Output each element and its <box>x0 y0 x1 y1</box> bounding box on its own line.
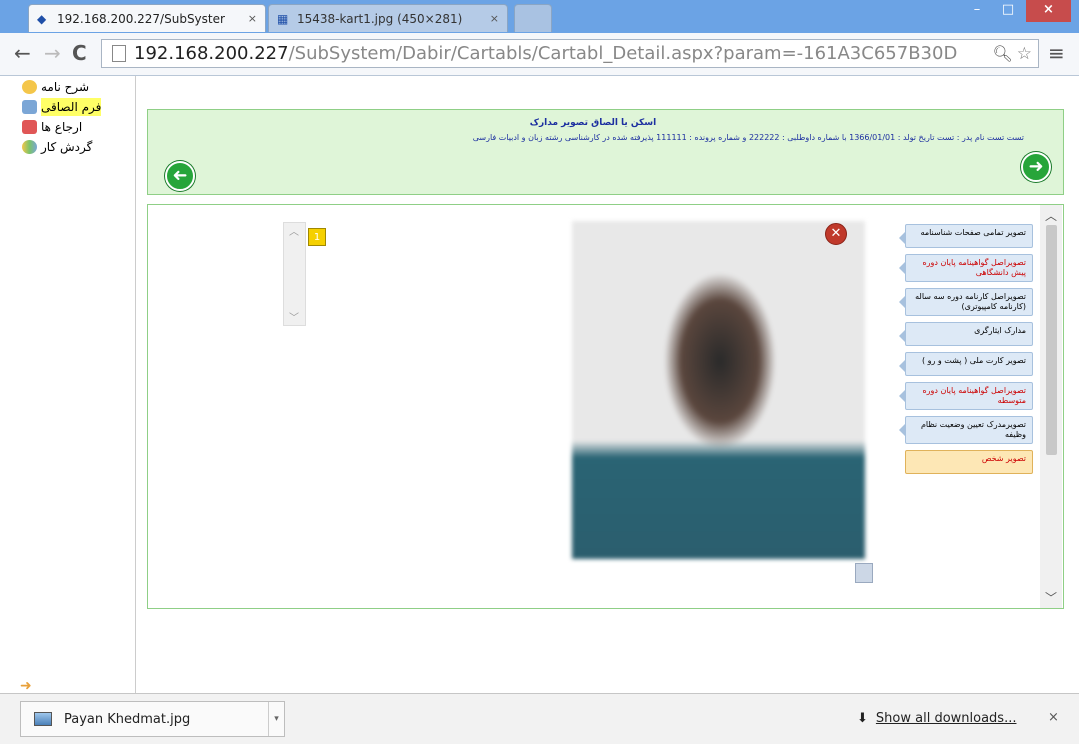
doc-item-personal-photo[interactable]: تصویر شخص <box>905 450 1033 474</box>
tab-image[interactable]: ▦ 15438-kart1.jpg (450×281) × <box>268 4 508 32</box>
page-icon <box>112 45 126 62</box>
document-type-list: تصویر تمامی صفحات شناسنامه تصویراصل گواه… <box>899 224 1037 480</box>
mail-icon <box>22 80 37 94</box>
sidebar-item-letter-description[interactable]: شرح نامه <box>22 78 130 96</box>
chevron-down-icon[interactable]: ﹀ <box>289 309 299 324</box>
sidebar-item-label: شرح نامه <box>41 80 90 94</box>
site-favicon-icon: ◆ <box>37 11 47 26</box>
doc-item-veteran-documents[interactable]: مدارک ایثارگری <box>899 322 1033 346</box>
sidebar: شرح نامه فرم الصاقی ارجاع ها گردش کار ➜ <box>0 76 136 694</box>
show-all-label: Show all downloads... <box>875 711 1017 726</box>
header-panel: اسکن یا الصاق تصویر مدارک تست تست نام پد… <box>147 109 1064 195</box>
doc-item-label: تصویراصل کارنامه دوره سه ساله (کارنامه ک… <box>915 292 1026 311</box>
doc-item-birth-certificate[interactable]: تصویر تمامی صفحات شناسنامه <box>899 224 1033 248</box>
show-all-downloads-link[interactable]: ⬇ Show all downloads... <box>857 711 1016 726</box>
doc-item-label: تصویر تمامی صفحات شناسنامه <box>920 228 1026 237</box>
arrow-icon[interactable]: ➜ <box>20 678 32 694</box>
new-tab-button[interactable] <box>514 4 552 32</box>
doc-item-label: مدارک ایثارگری <box>974 326 1026 335</box>
close-download-bar-icon[interactable]: × <box>1048 710 1059 725</box>
delete-image-icon[interactable]: ✕ <box>825 223 847 245</box>
scrollbar-thumb[interactable] <box>1046 225 1057 455</box>
browser-toolbar: ← → C 192.168.200.227/SubSystem/Dabir/Ca… <box>0 33 1079 76</box>
image-favicon-icon: ▦ <box>277 11 289 26</box>
back-arrow-button[interactable]: ➜ <box>165 161 195 191</box>
person-photo <box>572 221 865 559</box>
sidebar-item-label: گردش کار <box>41 140 93 154</box>
workflow-icon <box>22 140 37 154</box>
tab-cartabl[interactable]: ◆ 192.168.200.227/SubSyster × <box>28 4 266 32</box>
doc-item-label: تصویر کارت ملی ( پشت و رو ) <box>921 356 1026 365</box>
close-window-button[interactable]: × <box>1026 0 1071 22</box>
tab-close-icon[interactable]: × <box>490 12 499 25</box>
address-bar[interactable]: 192.168.200.227/SubSystem/Dabir/Cartabls… <box>101 39 1039 68</box>
doc-item-label: تصویراصل گواهینامه پایان دوره پیش دانشگا… <box>922 258 1026 277</box>
download-icon: ⬇ <box>857 711 868 726</box>
doc-item-preuniversity-certificate[interactable]: تصویراصل گواهینامه پایان دوره پیش دانشگا… <box>899 254 1033 282</box>
url-path: /SubSystem/Dabir/Cartabls/Cartabl_Detail… <box>288 43 958 64</box>
doc-item-military-status[interactable]: تصویرمدرک تعیین وضعیت نظام وظیفه <box>899 416 1033 444</box>
sidebar-item-label: فرم الصاقی <box>41 98 102 116</box>
download-shelf: Payan Khedmat.jpg ▾ ⬇ Show all downloads… <box>0 693 1079 744</box>
viewer-scrollbar[interactable]: ︿ ﹀ <box>1040 205 1062 608</box>
reload-button[interactable]: C <box>72 41 87 65</box>
doc-item-transcript[interactable]: تصویراصل کارنامه دوره سه ساله (کارنامه ک… <box>899 288 1033 316</box>
thumbnail-scroller[interactable]: ︿ ﹀ <box>283 222 306 326</box>
scroll-down-icon[interactable]: ﹀ <box>1045 589 1057 606</box>
page-title: اسکن یا الصاق تصویر مدارک <box>529 118 657 128</box>
sidebar-item-label: ارجاع ها <box>41 120 83 134</box>
document-viewer: ︿ ﹀ 1 ✕ تصویر تمامی صفحات شناسنامه تصویر… <box>147 204 1064 609</box>
tab-close-icon[interactable]: × <box>248 12 257 25</box>
download-item[interactable]: Payan Khedmat.jpg ▾ <box>20 701 285 737</box>
tab-label: 192.168.200.227/SubSyster <box>57 11 225 26</box>
sidebar-item-referrals[interactable]: ارجاع ها <box>22 118 130 136</box>
doc-item-label: تصویر شخص <box>981 454 1026 463</box>
download-file-name: Payan Khedmat.jpg <box>64 711 191 727</box>
chrome-menu-icon[interactable]: ≡ <box>1048 41 1065 65</box>
url-host: 192.168.200.227 <box>134 43 289 64</box>
zoom-icon[interactable]: 🔍︎ <box>992 44 1012 63</box>
back-button[interactable]: ← <box>14 41 31 65</box>
url-text[interactable]: 192.168.200.227/SubSystem/Dabir/Cartabls… <box>134 43 988 64</box>
chevron-down-icon[interactable]: ▾ <box>268 702 284 736</box>
sidebar-item-workflow[interactable]: گردش کار <box>22 138 130 156</box>
page-number-badge[interactable]: 1 <box>308 228 326 246</box>
minimize-button[interactable]: – <box>962 0 992 22</box>
student-info: تست تست نام پدر : تست تاریخ تولد : 1366/… <box>472 133 1024 142</box>
upload-file-icon[interactable] <box>855 563 873 583</box>
chevron-up-icon[interactable]: ︿ <box>289 223 299 238</box>
scroll-up-icon[interactable]: ︿ <box>1045 207 1057 224</box>
forward-button[interactable]: → <box>44 41 61 65</box>
image-file-icon <box>34 712 52 726</box>
form-icon <box>22 100 37 114</box>
tab-label: 15438-kart1.jpg (450×281) <box>297 11 463 26</box>
maximize-button[interactable]: □ <box>993 0 1023 22</box>
doc-item-national-card[interactable]: تصویر کارت ملی ( پشت و رو ) <box>899 352 1033 376</box>
doc-item-label: تصویراصل گواهینامه پایان دوره متوسطه <box>922 386 1026 405</box>
doc-item-highschool-diploma[interactable]: تصویراصل گواهینامه پایان دوره متوسطه <box>899 382 1033 410</box>
next-arrow-button[interactable]: ➜ <box>1021 152 1051 182</box>
bookmark-star-icon[interactable]: ☆ <box>1017 44 1032 64</box>
referral-icon <box>22 120 37 134</box>
page-content: شرح نامه فرم الصاقی ارجاع ها گردش کار ➜ … <box>0 76 1079 694</box>
sidebar-item-attached-form[interactable]: فرم الصاقی <box>22 98 130 116</box>
doc-item-label: تصویرمدرک تعیین وضعیت نظام وظیفه <box>920 420 1026 439</box>
title-bar: ◆ 192.168.200.227/SubSyster × ▦ 15438-ka… <box>0 0 1079 33</box>
